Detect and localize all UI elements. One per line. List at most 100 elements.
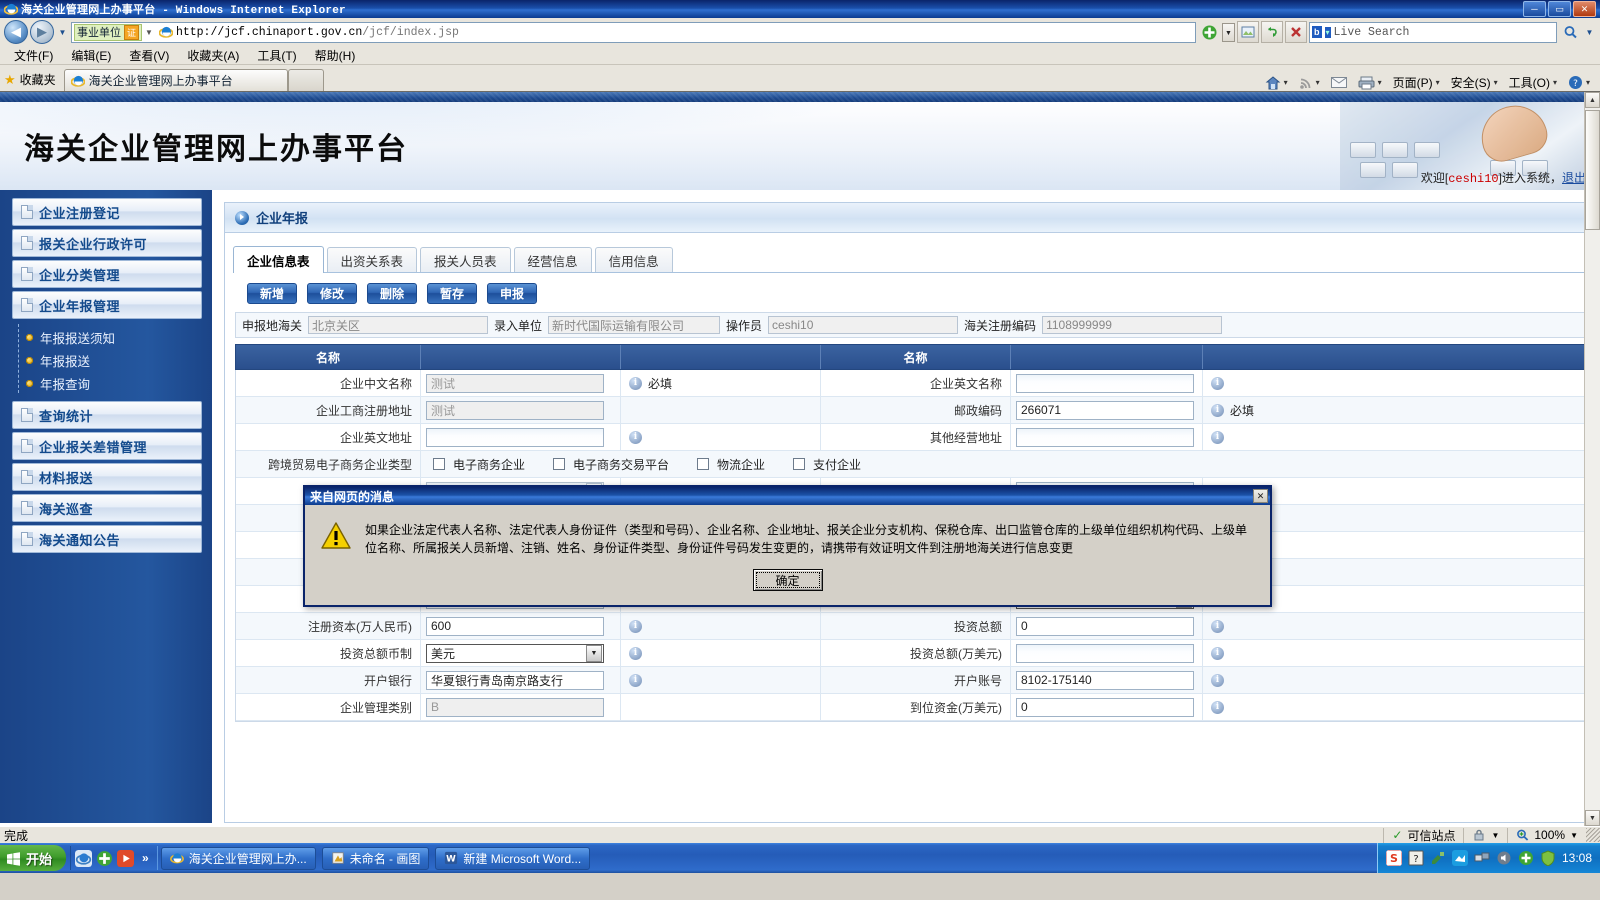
sidebar-item-customs-broker-license[interactable]: 报关企业行政许可 — [12, 229, 202, 257]
chevron-down-icon[interactable]: ▼ — [586, 645, 602, 662]
tab-credit-info[interactable]: 信用信息 — [595, 247, 673, 272]
tray-ime-icon[interactable] — [1430, 850, 1446, 866]
info-icon[interactable]: i — [629, 647, 642, 660]
field-input[interactable]: 美元▼ — [426, 644, 604, 663]
info-icon[interactable]: i — [1211, 674, 1224, 687]
checkbox-icon[interactable] — [433, 458, 445, 470]
maximize-button[interactable]: ▭ — [1548, 1, 1571, 17]
sidebar-item-customs-inspection[interactable]: 海关巡查 — [12, 494, 202, 522]
field-input[interactable]: 266071 — [1016, 401, 1194, 420]
checkbox-icon[interactable] — [793, 458, 805, 470]
submit-button[interactable]: 申报 — [487, 283, 537, 304]
certificate-chevron-down-icon[interactable]: ▼ — [142, 28, 156, 37]
tray-network-icon[interactable] — [1474, 850, 1490, 866]
sidebar-item-declaration-error-management[interactable]: 企业报关差错管理 — [12, 432, 202, 460]
quicklaunch-overflow-icon[interactable]: » — [138, 851, 153, 865]
stop-icon[interactable] — [1237, 21, 1259, 43]
info-icon[interactable]: i — [1211, 377, 1224, 390]
address-input[interactable]: 事业单位 证 ▼ http://jcf.chinaport.gov.cn/jcf… — [71, 22, 1196, 43]
menu-view[interactable]: 查看(V) — [121, 46, 177, 65]
tab-business-info[interactable]: 经营信息 — [514, 247, 592, 272]
dialog-ok-button[interactable]: 确定 — [753, 569, 823, 591]
field-input[interactable] — [426, 428, 604, 447]
taskbar-button-paint[interactable]: 未命名 - 画图 — [322, 847, 430, 870]
close-button[interactable]: ✕ — [1573, 1, 1596, 17]
sidebar-subitem-report-notice[interactable]: 年报报送须知 — [26, 326, 202, 349]
tray-display-icon[interactable] — [1452, 850, 1468, 866]
checkbox-option[interactable]: 电子商务企业 — [433, 456, 525, 473]
sidebar-item-material-submission[interactable]: 材料报送 — [12, 463, 202, 491]
delete-button[interactable]: 删除 — [367, 283, 417, 304]
search-go-icon[interactable] — [1559, 21, 1581, 43]
resize-grip[interactable] — [1586, 828, 1600, 842]
forward-arrow-icon[interactable]: ▶ — [30, 20, 54, 44]
dialog-close-icon[interactable]: ✕ — [1253, 489, 1268, 503]
sidebar-item-enterprise-registration[interactable]: 企业注册登记 — [12, 198, 202, 226]
quicklaunch-ie-icon[interactable] — [75, 850, 92, 867]
tray-sogou-icon[interactable]: S — [1386, 850, 1402, 866]
tab-enterprise-info[interactable]: 企业信息表 — [233, 246, 324, 273]
info-icon[interactable]: i — [1211, 647, 1224, 660]
save-draft-button[interactable]: 暂存 — [427, 283, 477, 304]
info-icon[interactable]: i — [629, 377, 642, 390]
logout-link[interactable]: 退出 — [1562, 171, 1586, 185]
menu-help[interactable]: 帮助(H) — [307, 46, 364, 65]
print-button[interactable]: ▾ — [1354, 76, 1386, 90]
info-icon[interactable]: i — [1211, 431, 1224, 444]
sidebar-item-enterprise-classification[interactable]: 企业分类管理 — [12, 260, 202, 288]
checkbox-option[interactable]: 物流企业 — [697, 456, 765, 473]
tray-360-icon[interactable] — [1518, 850, 1534, 866]
scroll-up-icon[interactable]: ▲ — [1585, 92, 1600, 108]
sidebar-item-query-statistics[interactable]: 查询统计 — [12, 401, 202, 429]
address-history-chevron-down-icon[interactable]: ▼ — [1222, 21, 1235, 43]
info-icon[interactable]: i — [1211, 701, 1224, 714]
read-mail-button[interactable] — [1327, 76, 1351, 89]
tray-help-icon[interactable]: ? — [1408, 850, 1424, 866]
field-input[interactable] — [1016, 644, 1194, 663]
edit-button[interactable]: 修改 — [307, 283, 357, 304]
protected-mode-indicator[interactable]: ▼ — [1463, 828, 1507, 843]
help-menu-button[interactable]: ? ▾ — [1564, 75, 1594, 90]
scroll-down-icon[interactable]: ▼ — [1585, 810, 1600, 826]
quicklaunch-media-icon[interactable] — [117, 850, 134, 867]
checkbox-icon[interactable] — [553, 458, 565, 470]
info-icon[interactable]: i — [1211, 620, 1224, 633]
field-input[interactable]: 0 — [1016, 617, 1194, 636]
checkbox-option[interactable]: 支付企业 — [793, 456, 861, 473]
refresh-icon[interactable] — [1261, 21, 1283, 43]
chevron-down-icon[interactable]: ▼ — [1491, 831, 1499, 840]
add-button[interactable]: 新增 — [247, 283, 297, 304]
sidebar-subitem-report-query[interactable]: 年报查询 — [26, 372, 202, 395]
info-icon[interactable]: i — [629, 620, 642, 633]
back-arrow-icon[interactable]: ◀ — [4, 20, 28, 44]
info-icon[interactable]: i — [629, 431, 642, 444]
search-provider-chevron-down-icon[interactable]: ▼ — [1583, 21, 1596, 43]
tray-security-icon[interactable] — [1540, 850, 1556, 866]
sidebar-item-customs-announcements[interactable]: 海关通知公告 — [12, 525, 202, 553]
sidebar-subitem-report-submit[interactable]: 年报报送 — [26, 349, 202, 372]
stop-loading-icon[interactable] — [1285, 21, 1307, 43]
tray-volume-icon[interactable] — [1496, 850, 1512, 866]
browser-tab-active[interactable]: 海关企业管理网上办事平台 — [64, 69, 288, 91]
tab-investment-relations[interactable]: 出资关系表 — [327, 247, 418, 272]
start-button[interactable]: 开始 — [0, 845, 66, 871]
field-input[interactable] — [1016, 374, 1194, 393]
tools-menu-button[interactable]: 工具(O)▾ — [1505, 74, 1561, 91]
menu-tools[interactable]: 工具(T) — [249, 46, 304, 65]
favorites-button[interactable]: ★ 收藏夹 — [0, 71, 64, 91]
zoom-control[interactable]: 100% ▼ — [1507, 828, 1586, 843]
tray-clock[interactable]: 13:08 — [1562, 851, 1592, 865]
safety-menu-button[interactable]: 安全(S)▾ — [1447, 74, 1502, 91]
field-input[interactable]: 0 — [1016, 698, 1194, 717]
info-icon[interactable]: i — [629, 674, 642, 687]
field-input[interactable]: 8102-175140 — [1016, 671, 1194, 690]
field-input[interactable]: 华夏银行青岛南京路支行 — [426, 671, 604, 690]
new-tab-button[interactable] — [288, 69, 324, 91]
compatibility-view-icon[interactable] — [1198, 21, 1220, 43]
taskbar-button-word[interactable]: W 新建 Microsoft Word... — [435, 847, 590, 870]
menu-file[interactable]: 文件(F) — [6, 46, 61, 65]
recent-pages-chevron-down-icon[interactable]: ▼ — [56, 21, 69, 43]
sidebar-item-annual-report-management[interactable]: 企业年报管理 — [12, 291, 202, 319]
checkbox-option[interactable]: 电子商务交易平台 — [553, 456, 669, 473]
menu-edit[interactable]: 编辑(E) — [63, 46, 119, 65]
